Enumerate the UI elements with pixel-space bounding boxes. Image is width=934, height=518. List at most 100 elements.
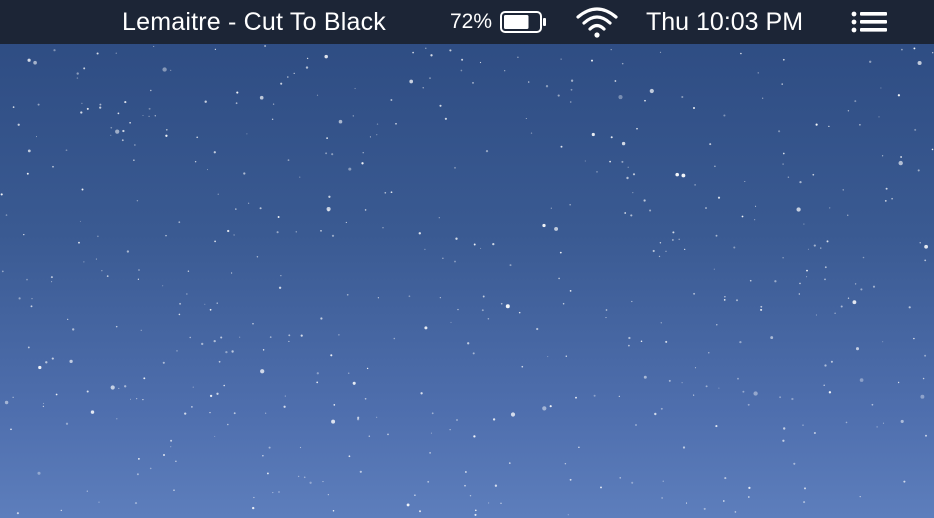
star bbox=[900, 156, 902, 158]
star bbox=[218, 360, 221, 363]
star bbox=[430, 54, 433, 57]
star bbox=[723, 114, 726, 117]
star bbox=[184, 412, 187, 415]
star bbox=[309, 481, 312, 484]
star bbox=[137, 278, 140, 280]
now-playing-menu[interactable]: Lemaitre - Cut To Black bbox=[122, 0, 386, 44]
star bbox=[591, 132, 595, 137]
star bbox=[799, 180, 802, 184]
star bbox=[393, 337, 396, 340]
star bbox=[596, 171, 598, 173]
star bbox=[584, 160, 586, 162]
star bbox=[231, 350, 234, 353]
star bbox=[136, 398, 138, 400]
star bbox=[293, 72, 295, 75]
star bbox=[124, 385, 127, 388]
star bbox=[326, 137, 328, 139]
star bbox=[332, 510, 335, 512]
star bbox=[591, 59, 593, 62]
star bbox=[414, 494, 416, 496]
star bbox=[859, 495, 861, 498]
star bbox=[454, 260, 456, 263]
star bbox=[464, 484, 466, 487]
star bbox=[201, 342, 204, 346]
star bbox=[852, 300, 857, 305]
star bbox=[932, 52, 934, 54]
star bbox=[715, 425, 718, 428]
notification-center-menu[interactable] bbox=[851, 0, 889, 44]
star bbox=[165, 128, 168, 131]
star bbox=[346, 293, 349, 296]
star bbox=[72, 328, 75, 331]
star bbox=[192, 386, 194, 388]
star bbox=[472, 352, 475, 355]
star bbox=[813, 431, 816, 435]
star bbox=[803, 487, 807, 490]
star bbox=[782, 152, 785, 155]
star bbox=[420, 392, 423, 395]
star bbox=[860, 288, 863, 291]
star bbox=[871, 403, 874, 406]
star bbox=[828, 125, 830, 128]
star bbox=[791, 397, 794, 401]
star bbox=[69, 359, 73, 364]
menu-bar: Lemaitre - Cut To Black 72% Thu 10:03 PM bbox=[0, 0, 934, 44]
star bbox=[162, 361, 165, 364]
star bbox=[303, 476, 306, 479]
star bbox=[118, 387, 120, 389]
star bbox=[81, 188, 84, 191]
star bbox=[306, 57, 309, 60]
clock-menu[interactable]: Thu 10:03 PM bbox=[646, 0, 803, 44]
star bbox=[320, 317, 323, 320]
star bbox=[461, 58, 464, 61]
star bbox=[97, 235, 99, 238]
star bbox=[204, 303, 206, 305]
star bbox=[705, 385, 708, 388]
star bbox=[627, 166, 629, 168]
star bbox=[227, 229, 230, 233]
star bbox=[753, 391, 758, 396]
star bbox=[485, 149, 489, 153]
star bbox=[213, 151, 216, 154]
star bbox=[897, 94, 901, 97]
star bbox=[78, 241, 80, 244]
star bbox=[368, 435, 371, 437]
star bbox=[521, 365, 524, 368]
star bbox=[354, 87, 356, 90]
star bbox=[38, 365, 42, 370]
star bbox=[744, 181, 746, 182]
star bbox=[481, 309, 484, 312]
star bbox=[847, 110, 850, 112]
star bbox=[86, 107, 89, 110]
star bbox=[900, 419, 904, 423]
star bbox=[110, 134, 112, 136]
battery-menu[interactable]: 72% bbox=[450, 0, 547, 44]
star bbox=[694, 184, 696, 186]
star bbox=[110, 385, 115, 390]
star bbox=[644, 99, 646, 102]
star bbox=[170, 69, 172, 71]
star bbox=[755, 205, 757, 207]
star bbox=[632, 191, 634, 194]
star bbox=[562, 302, 565, 305]
star bbox=[824, 364, 827, 367]
star bbox=[148, 115, 150, 118]
star bbox=[569, 478, 572, 481]
star bbox=[424, 326, 428, 330]
star bbox=[176, 350, 178, 352]
star bbox=[51, 357, 54, 360]
star bbox=[27, 149, 31, 153]
star bbox=[299, 176, 301, 178]
star bbox=[830, 360, 833, 363]
star bbox=[364, 209, 367, 211]
star bbox=[206, 169, 209, 171]
star bbox=[30, 305, 33, 308]
star bbox=[684, 248, 686, 251]
star bbox=[628, 344, 630, 347]
star bbox=[280, 82, 283, 85]
star bbox=[798, 293, 800, 295]
star bbox=[924, 354, 927, 357]
wifi-menu[interactable] bbox=[575, 0, 619, 44]
star bbox=[165, 134, 168, 137]
star bbox=[429, 452, 431, 454]
